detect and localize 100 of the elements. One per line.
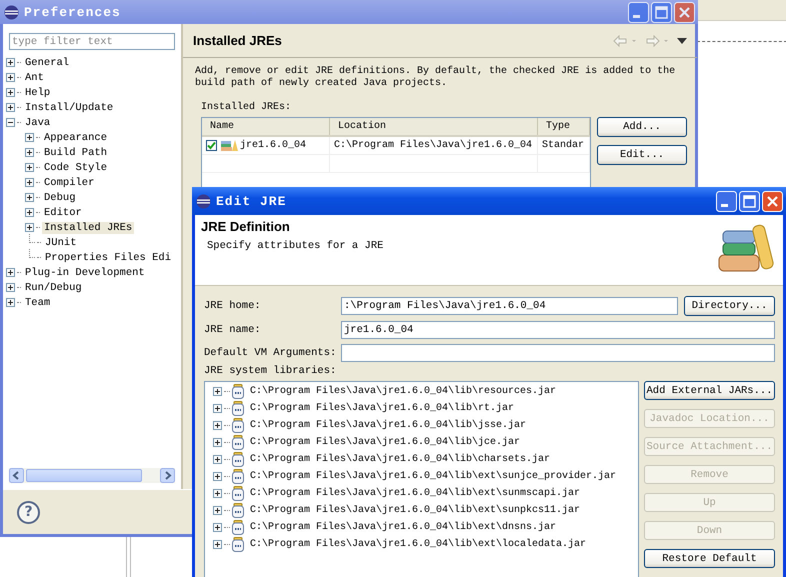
expand-icon[interactable]: [6, 103, 15, 112]
expand-icon[interactable]: [213, 506, 222, 515]
tree-item[interactable]: Build Path: [42, 146, 110, 158]
expand-icon[interactable]: [25, 148, 34, 157]
expand-icon[interactable]: [6, 58, 15, 67]
maximize-button[interactable]: [651, 2, 672, 22]
jar-icon: [232, 469, 244, 484]
column-header[interactable]: Name: [202, 118, 330, 135]
tree-item[interactable]: General: [23, 56, 72, 68]
library-item[interactable]: C:\Program Files\Java\jre1.6.0_04\lib\ext\sunpkcs11.jar: [250, 505, 580, 516]
library-item[interactable]: C:\Program Files\Java\jre1.6.0_04\lib\charsets.jar: [250, 454, 550, 465]
tree-item[interactable]: Compiler: [42, 176, 96, 188]
expand-icon[interactable]: [213, 472, 222, 481]
jar-icon: [232, 435, 244, 450]
library-button[interactable]: Add External JARs...: [644, 381, 775, 400]
scroll-left-button[interactable]: [9, 468, 24, 483]
field-label: JRE name:: [204, 324, 262, 336]
expand-icon[interactable]: [213, 421, 222, 430]
expand-icon[interactable]: [213, 404, 222, 413]
expand-icon[interactable]: [213, 387, 222, 396]
tree-item[interactable]: Properties Files Edi: [43, 252, 174, 264]
library-item[interactable]: C:\Program Files\Java\jre1.6.0_04\lib\ext\dnsns.jar: [250, 522, 556, 533]
expand-icon[interactable]: [6, 88, 15, 97]
library-button[interactable]: Restore Default: [644, 549, 775, 568]
table-cell: jre1.6.0_04: [240, 140, 306, 151]
filter-field[interactable]: type filter text: [9, 33, 175, 50]
tree-item[interactable]: JUnit: [43, 236, 79, 248]
checkbox[interactable]: [206, 140, 217, 151]
tree-item[interactable]: Java: [23, 116, 52, 128]
maximize-button[interactable]: [739, 190, 760, 212]
close-button[interactable]: [762, 190, 783, 212]
expand-icon[interactable]: [25, 133, 34, 142]
help-icon[interactable]: ?: [17, 500, 40, 524]
table-label: Installed JREs:: [201, 102, 292, 113]
expand-icon[interactable]: [213, 455, 222, 464]
tree-item[interactable]: Installed JREs: [42, 222, 134, 234]
tree-item[interactable]: Run/Debug: [23, 282, 84, 294]
page-title: Installed JREs: [193, 33, 283, 48]
minimize-button[interactable]: [628, 2, 649, 22]
library-item[interactable]: C:\Program Files\Java\jre1.6.0_04\lib\rt.jar: [250, 403, 514, 414]
column-header[interactable]: Type: [538, 118, 590, 135]
page-description: Add, remove or edit JRE definitions. By default, the checked JRE is added to the build path of newly created Java projects.: [194, 64, 676, 90]
expand-icon[interactable]: [213, 540, 222, 549]
tree-item[interactable]: Install/Update: [23, 102, 116, 114]
horizontal-scrollbar[interactable]: [9, 468, 175, 483]
expand-icon[interactable]: [6, 298, 15, 307]
field-label: JRE home:: [204, 300, 262, 312]
tree-item[interactable]: Debug: [42, 192, 78, 204]
jar-icon: [232, 452, 244, 467]
expand-icon[interactable]: [25, 163, 34, 172]
app-icon: [4, 4, 19, 20]
tree-item[interactable]: Help: [23, 86, 52, 98]
tree-item[interactable]: Plug-in Development: [23, 266, 147, 278]
expand-icon[interactable]: [6, 268, 15, 277]
expand-icon[interactable]: [213, 489, 222, 498]
jar-icon: [232, 537, 244, 552]
tree-item[interactable]: Team: [23, 296, 52, 308]
library-item[interactable]: C:\Program Files\Java\jre1.6.0_04\lib\ext\localedata.jar: [250, 539, 586, 550]
library-item[interactable]: C:\Program Files\Java\jre1.6.0_04\lib\jsse.jar: [250, 420, 526, 431]
library-icon: [221, 139, 238, 152]
expand-icon[interactable]: [6, 283, 15, 292]
tree-item[interactable]: Ant: [23, 72, 46, 84]
minimize-button[interactable]: [716, 190, 737, 212]
jar-icon: [232, 401, 244, 416]
jar-icon: [232, 418, 244, 433]
dialog-title: Edit JRE: [216, 194, 288, 208]
text-field[interactable]: :\Program Files\Java\jre1.6.0_04: [341, 297, 678, 315]
text-field[interactable]: jre1.6.0_04: [341, 321, 775, 339]
expand-icon[interactable]: [25, 178, 34, 187]
libraries-label: JRE system libraries:: [204, 365, 338, 377]
expand-icon[interactable]: [25, 223, 34, 232]
app-icon: [196, 194, 211, 208]
column-header[interactable]: Location: [330, 118, 538, 135]
directory-button[interactable]: Directory...: [684, 296, 775, 316]
window-title: Preferences: [24, 4, 122, 20]
header-title: JRE Definition: [201, 219, 291, 234]
menu-icon[interactable]: [677, 38, 687, 44]
expand-icon[interactable]: [25, 193, 34, 202]
text-field[interactable]: [341, 344, 775, 362]
header-subtitle: Specify attributes for a JRE: [207, 240, 384, 252]
tree-item[interactable]: Editor: [42, 206, 84, 218]
jar-icon: [232, 486, 244, 501]
table-button[interactable]: Add...: [597, 117, 687, 137]
expand-icon[interactable]: [25, 208, 34, 217]
library-item[interactable]: C:\Program Files\Java\jre1.6.0_04\lib\jce.jar: [250, 437, 520, 448]
library-item[interactable]: C:\Program Files\Java\jre1.6.0_04\lib\resources.jar: [250, 386, 556, 397]
library-item[interactable]: C:\Program Files\Java\jre1.6.0_04\lib\ext\sunjce_provider.jar: [250, 471, 616, 482]
table-cell: C:\Program Files\Java\jre1.6.0_04: [330, 137, 538, 154]
tree-item[interactable]: Code Style: [42, 162, 110, 174]
expand-icon[interactable]: [213, 438, 222, 447]
expand-icon[interactable]: [6, 73, 15, 82]
close-button[interactable]: [674, 2, 695, 22]
library-item[interactable]: C:\Program Files\Java\jre1.6.0_04\lib\ext\sunmscapi.jar: [250, 488, 580, 499]
jar-icon: [232, 503, 244, 518]
tree-item[interactable]: Appearance: [42, 132, 110, 144]
scroll-right-button[interactable]: [160, 468, 175, 483]
table-button[interactable]: Edit...: [597, 145, 687, 165]
collapse-icon[interactable]: [6, 118, 15, 127]
expand-icon[interactable]: [213, 523, 222, 532]
table-cell: Standar: [538, 137, 590, 154]
